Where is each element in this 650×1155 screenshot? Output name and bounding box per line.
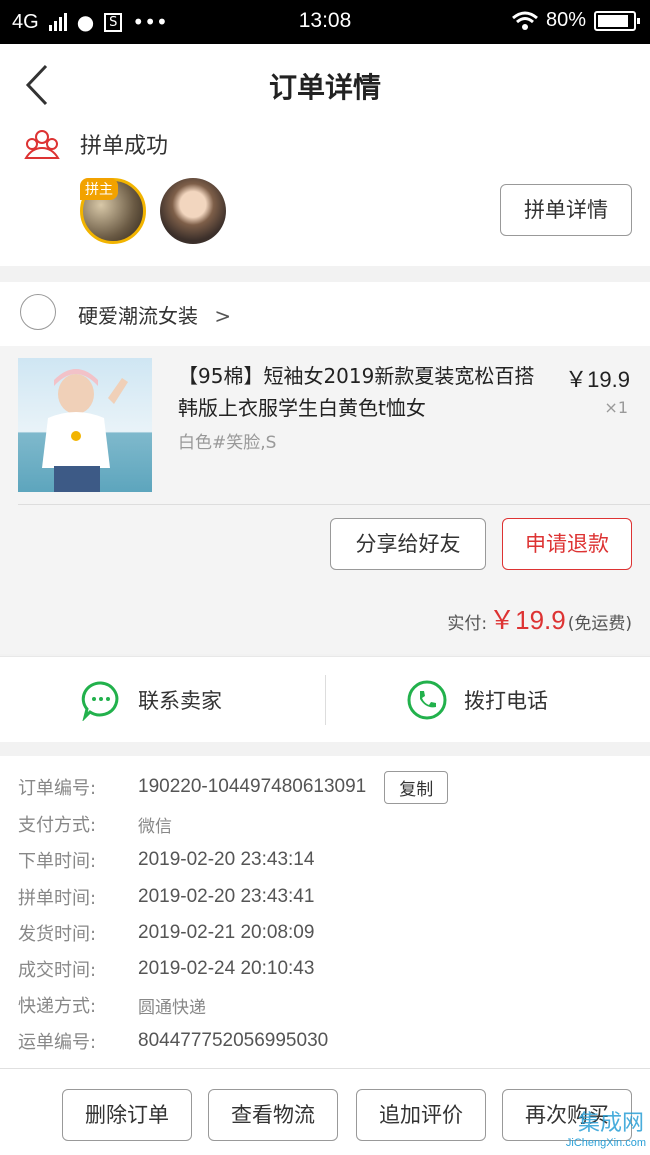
info-label: 订单编号:: [18, 778, 97, 799]
info-label: 快递方式:: [18, 996, 97, 1017]
shop-name-label: 硬爱潮流女装: [78, 304, 198, 328]
info-row-payment: 支付方式: 微信: [18, 809, 172, 839]
product-image-art: [42, 369, 128, 492]
info-label: 支付方式:: [18, 815, 97, 836]
refund-button[interactable]: 申请退款: [502, 518, 632, 570]
info-label: 拼单时间:: [18, 888, 97, 909]
group-status: 拼单成功: [80, 134, 169, 159]
shop-logo: [20, 294, 56, 330]
info-label: 下单时间:: [18, 851, 97, 872]
chat-icon: [81, 681, 119, 721]
avatar-member: [160, 178, 226, 244]
status-bar: 4G ● S ••• 13:08 80%: [0, 0, 650, 44]
info-label: 发货时间:: [18, 924, 97, 945]
divider: [325, 675, 326, 725]
info-value: 804477752056995030: [138, 1030, 329, 1051]
status-right: 80%: [512, 9, 640, 32]
shop-row[interactable]: 硬爱潮流女装 >: [0, 282, 650, 346]
product-title[interactable]: 【95棉】短袖女2019新款夏装宽松百搭韩版上衣服学生白黄色t恤女: [178, 360, 538, 424]
payment-row: 实付: ￥19.9 (免运费): [0, 584, 650, 654]
info-row-courier: 快递方式: 圆通快递: [18, 990, 206, 1020]
info-row-tracking-no: 运单编号: 804477752056995030: [18, 1026, 328, 1056]
chevron-right-icon: >: [214, 304, 232, 328]
info-row-order-time: 下单时间: 2019-02-20 23:43:14: [18, 845, 314, 875]
product-image[interactable]: [18, 358, 152, 492]
wifi-icon: [512, 11, 538, 30]
product-spec: 白色#笑脸,S: [178, 433, 277, 453]
product-qty: ×1: [604, 398, 628, 417]
nav-bar: 订单详情: [0, 44, 650, 126]
delete-order-button[interactable]: 删除订单: [62, 1089, 192, 1141]
copy-button[interactable]: 复制: [384, 770, 449, 804]
divider: [18, 504, 650, 505]
watermark-logo: 集成网: [577, 1111, 644, 1136]
share-button[interactable]: 分享给好友: [330, 518, 486, 570]
info-value: 2019-02-20 23:43:14: [138, 849, 315, 870]
page-title: 订单详情: [268, 71, 381, 104]
view-logistics-button[interactable]: 查看物流: [208, 1089, 338, 1141]
contact-seller-label: 联系卖家: [138, 689, 222, 713]
battery-label: 80%: [545, 9, 586, 31]
group-card: 拼单成功 拼主 拼单详情: [0, 118, 650, 266]
payment-note: (免运费): [567, 614, 632, 634]
info-row-deal-time: 成交时间: 2019-02-24 20:10:43: [18, 954, 314, 984]
call-label: 拨打电话: [464, 689, 548, 713]
order-info: 订单编号: 190220-104497480613091 复制 支付方式: 微信…: [0, 756, 650, 1068]
product-card: 【95棉】短袖女2019新款夏装宽松百搭韩版上衣服学生白黄色t恤女 ￥19.9 …: [0, 346, 650, 584]
info-value: 2019-02-20 23:43:41: [138, 886, 315, 907]
info-row-order-no: 订单编号: 190220-104497480613091 复制: [18, 770, 449, 804]
info-value: 圆通快递: [138, 997, 206, 1018]
info-value: 190220-104497480613091: [138, 776, 367, 797]
info-value: 2019-02-21 20:08:09: [138, 922, 315, 943]
shop-name: 硬爱潮流女装 >: [78, 300, 231, 329]
contact-seller-button[interactable]: 联系卖家: [80, 657, 222, 743]
info-value: 微信: [138, 816, 172, 837]
payment-summary: 实付: ￥19.9 (免运费): [447, 600, 632, 637]
product-price: ￥19.9: [565, 367, 630, 392]
group-detail-button[interactable]: 拼单详情: [500, 184, 632, 236]
info-label: 成交时间:: [18, 960, 97, 981]
info-value: 2019-02-24 20:10:43: [138, 958, 315, 979]
add-review-button[interactable]: 追加评价: [356, 1089, 486, 1141]
host-badge: 拼主: [80, 178, 118, 200]
payment-label: 实付:: [447, 614, 488, 634]
info-label: 运单编号:: [18, 1032, 97, 1053]
group-icon: [24, 130, 60, 159]
call-button[interactable]: 拨打电话: [406, 657, 548, 743]
payment-amount: ￥19.9: [489, 605, 566, 635]
phone-icon: [407, 680, 447, 720]
info-row-ship-time: 发货时间: 2019-02-21 20:08:09: [18, 918, 314, 948]
contact-bar: 联系卖家 拨打电话: [0, 656, 650, 742]
info-row-group-time: 拼单时间: 2019-02-20 23:43:41: [18, 882, 314, 912]
bottom-action-bar: 删除订单 查看物流 追加评价 再次购买 集成网 JiChengXin.com: [0, 1068, 650, 1155]
watermark-text: JiChengXin.com: [565, 1137, 646, 1149]
battery-icon: [594, 10, 640, 31]
